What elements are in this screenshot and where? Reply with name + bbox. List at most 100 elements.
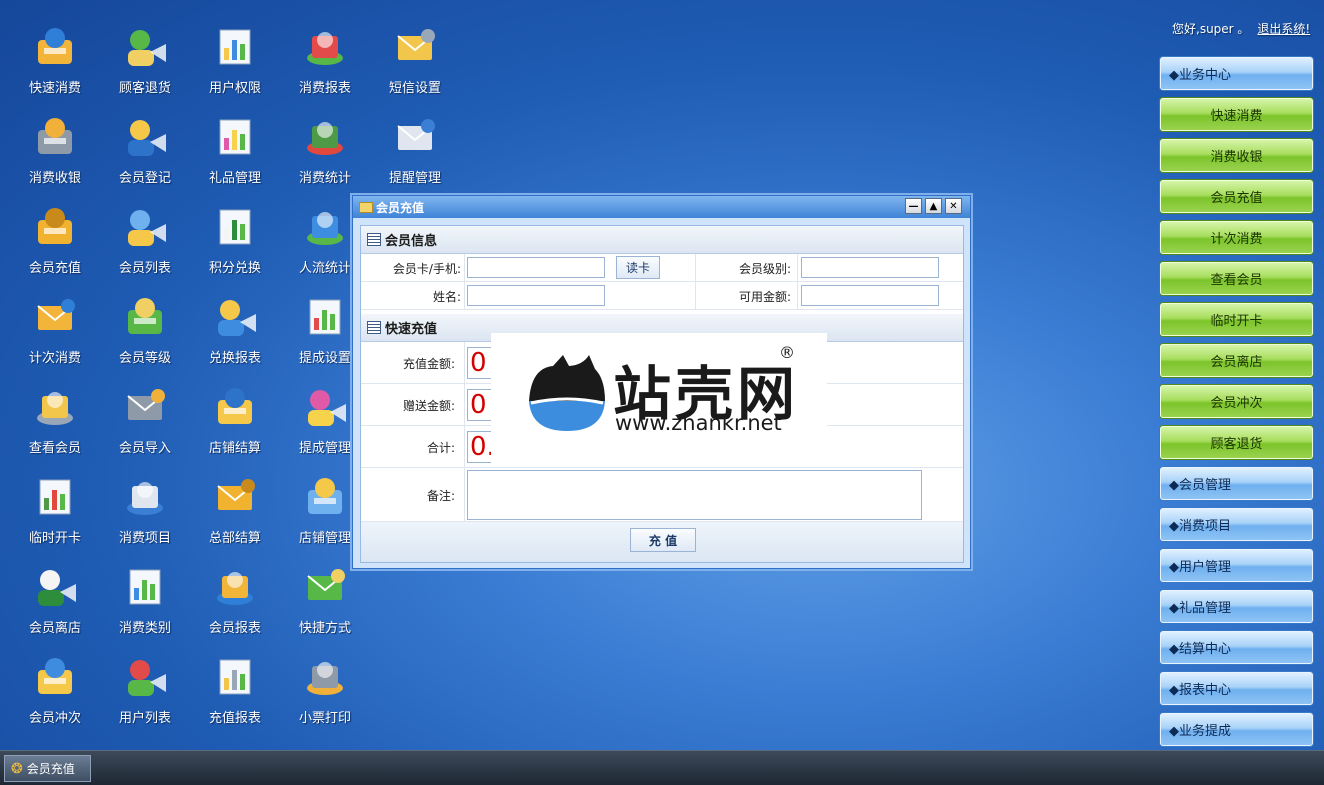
menu-item-4[interactable]: 计次消费: [1160, 221, 1313, 254]
desktop-icon-view-member[interactable]: 查看会员: [10, 382, 100, 462]
read-card-button[interactable]: 读卡: [616, 256, 660, 279]
exchange-report-icon: [210, 292, 260, 342]
menu-item-10[interactable]: ◆会员管理: [1160, 467, 1313, 500]
menu-item-9[interactable]: 顾客退货: [1160, 426, 1313, 459]
desktop-icon-recharge-report[interactable]: 充值报表: [190, 652, 280, 732]
remark-label: 备注:: [426, 489, 455, 503]
desktop-icon-user-list[interactable]: 用户列表: [100, 652, 190, 732]
fast-consume-icon: [30, 22, 80, 72]
temp-card-icon: [30, 472, 80, 522]
desktop-icon-exchange-report[interactable]: 兑换报表: [190, 292, 280, 372]
desktop-icon-receipt-print[interactable]: 小票打印: [280, 652, 370, 732]
remark-row: 备注:: [361, 468, 963, 522]
consume-report-icon: [300, 22, 350, 72]
member-import-icon: [120, 382, 170, 432]
desktop-icon-reminder[interactable]: 提醒管理: [370, 112, 460, 192]
desktop-icon-label: 积分兑换: [208, 261, 261, 276]
view-member-icon: [30, 382, 80, 432]
desktop-icon-label: 提成管理: [298, 441, 351, 456]
desktop-icon-label: 消费类别: [118, 621, 171, 636]
list-icon: [367, 233, 381, 246]
desktop-icon-consume-category[interactable]: 消费类别: [100, 562, 190, 642]
dialog-titlebar[interactable]: 会员充值: [353, 196, 970, 218]
desktop-icon-consume-report[interactable]: 消费报表: [280, 22, 370, 102]
list-icon: [367, 321, 381, 334]
desktop-icon-consume-item[interactable]: 消费项目: [100, 472, 190, 552]
menu-item-8[interactable]: 会员冲次: [1160, 385, 1313, 418]
desktop-icon-consume-stats[interactable]: 消费统计: [280, 112, 370, 192]
desktop-icon-points-exchange[interactable]: 积分兑换: [190, 202, 280, 282]
desktop-icon-shortcut[interactable]: 快捷方式: [280, 562, 370, 642]
user-list-icon: [120, 652, 170, 702]
card-input[interactable]: [467, 257, 605, 278]
dialog-title: 会员充值: [376, 200, 425, 215]
card-row: 会员卡/手机: 读卡 会员级别:: [361, 254, 963, 282]
desktop-icon-member-report[interactable]: 会员报表: [190, 562, 280, 642]
menu-item-16[interactable]: ◆业务提成: [1160, 713, 1313, 746]
level-input[interactable]: [801, 257, 939, 278]
return-goods-icon: [120, 22, 170, 72]
consume-category-icon: [120, 562, 170, 612]
member-report-icon: [210, 562, 260, 612]
menu-item-7[interactable]: 会员离店: [1160, 344, 1313, 377]
name-label: 姓名:: [432, 290, 461, 304]
desktop-icon-gift-manage[interactable]: 礼品管理: [190, 112, 280, 192]
menu-item-6[interactable]: 临时开卡: [1160, 303, 1313, 336]
menu-item-1[interactable]: 快速消费: [1160, 98, 1313, 131]
recharge-submit-button[interactable]: 充 值: [630, 528, 696, 552]
taskbar-item-label: 会员充值: [26, 762, 75, 776]
quick-recharge-title: 快速充值: [385, 322, 438, 337]
menu-item-5[interactable]: 查看会员: [1160, 262, 1313, 295]
desktop-icon-label: 快捷方式: [298, 621, 351, 636]
consume-item-icon: [120, 472, 170, 522]
balance-input[interactable]: [801, 285, 939, 306]
maximize-icon[interactable]: ▲: [925, 198, 942, 214]
points-exchange-icon: [210, 202, 260, 252]
desktop-icon-member-register[interactable]: 会员登记: [100, 112, 190, 192]
minimize-icon[interactable]: —: [905, 198, 922, 214]
shop-manage-icon: [300, 472, 350, 522]
member-level-icon: [120, 292, 170, 342]
desktop-icon-member-recharge[interactable]: 会员充值: [10, 202, 100, 282]
menu-item-11[interactable]: ◆消费项目: [1160, 508, 1313, 541]
menu-item-15[interactable]: ◆报表中心: [1160, 672, 1313, 705]
desktop-icon-member-offset[interactable]: 会员冲次: [10, 652, 100, 732]
logout-link[interactable]: 退出系统!: [1257, 22, 1310, 36]
member-offset-icon: [30, 652, 80, 702]
desktop-icon-member-level[interactable]: 会员等级: [100, 292, 190, 372]
taskbar-item-recharge[interactable]: ❂ 会员充值: [4, 755, 91, 782]
desktop-icon-label: 会员列表: [118, 261, 171, 276]
desktop-icon-shop-settle[interactable]: 店铺结算: [190, 382, 280, 462]
desktop-icon-member-import[interactable]: 会员导入: [100, 382, 190, 462]
desktop-icon-label: 会员导入: [118, 441, 171, 456]
reminder-icon: [390, 112, 440, 162]
desktop-icon-count-consume[interactable]: 计次消费: [10, 292, 100, 372]
taskbar: ❂ 会员充值: [0, 750, 1324, 785]
desktop-icon-hq-settle[interactable]: 总部结算: [190, 472, 280, 552]
menu-item-12[interactable]: ◆用户管理: [1160, 549, 1313, 582]
desktop-icon-cashier[interactable]: 消费收银: [10, 112, 100, 192]
name-input[interactable]: [467, 285, 605, 306]
commission-manage-icon: [300, 382, 350, 432]
close-icon[interactable]: ✕: [945, 198, 962, 214]
desktop-icon-sms-settings[interactable]: 短信设置: [370, 22, 460, 102]
menu-item-2[interactable]: 消费收银: [1160, 139, 1313, 172]
gift-label: 赠送金额:: [402, 399, 455, 413]
menu-item-14[interactable]: ◆结算中心: [1160, 631, 1313, 664]
remark-textarea[interactable]: [467, 470, 922, 520]
desktop-icon-member-list[interactable]: 会员列表: [100, 202, 190, 282]
desktop-icon-temp-card[interactable]: 临时开卡: [10, 472, 100, 552]
desktop-icon-label: 消费报表: [298, 81, 351, 96]
member-list-icon: [120, 202, 170, 252]
desktop-icon-fast-consume[interactable]: 快速消费: [10, 22, 100, 102]
desktop-icon-label: 用户权限: [208, 81, 261, 96]
desktop-icon-member-leave[interactable]: 会员离店: [10, 562, 100, 642]
menu-item-13[interactable]: ◆礼品管理: [1160, 590, 1313, 623]
desktop-icon-label: 会员冲次: [28, 711, 81, 726]
desktop-icon-return-goods[interactable]: 顾客退货: [100, 22, 190, 102]
menu-item-0[interactable]: ◆业务中心: [1160, 57, 1313, 90]
desktop-icon-user-permission[interactable]: 用户权限: [190, 22, 280, 102]
menu-item-3[interactable]: 会员充值: [1160, 180, 1313, 213]
member-recharge-icon: [30, 202, 80, 252]
receipt-print-icon: [300, 652, 350, 702]
